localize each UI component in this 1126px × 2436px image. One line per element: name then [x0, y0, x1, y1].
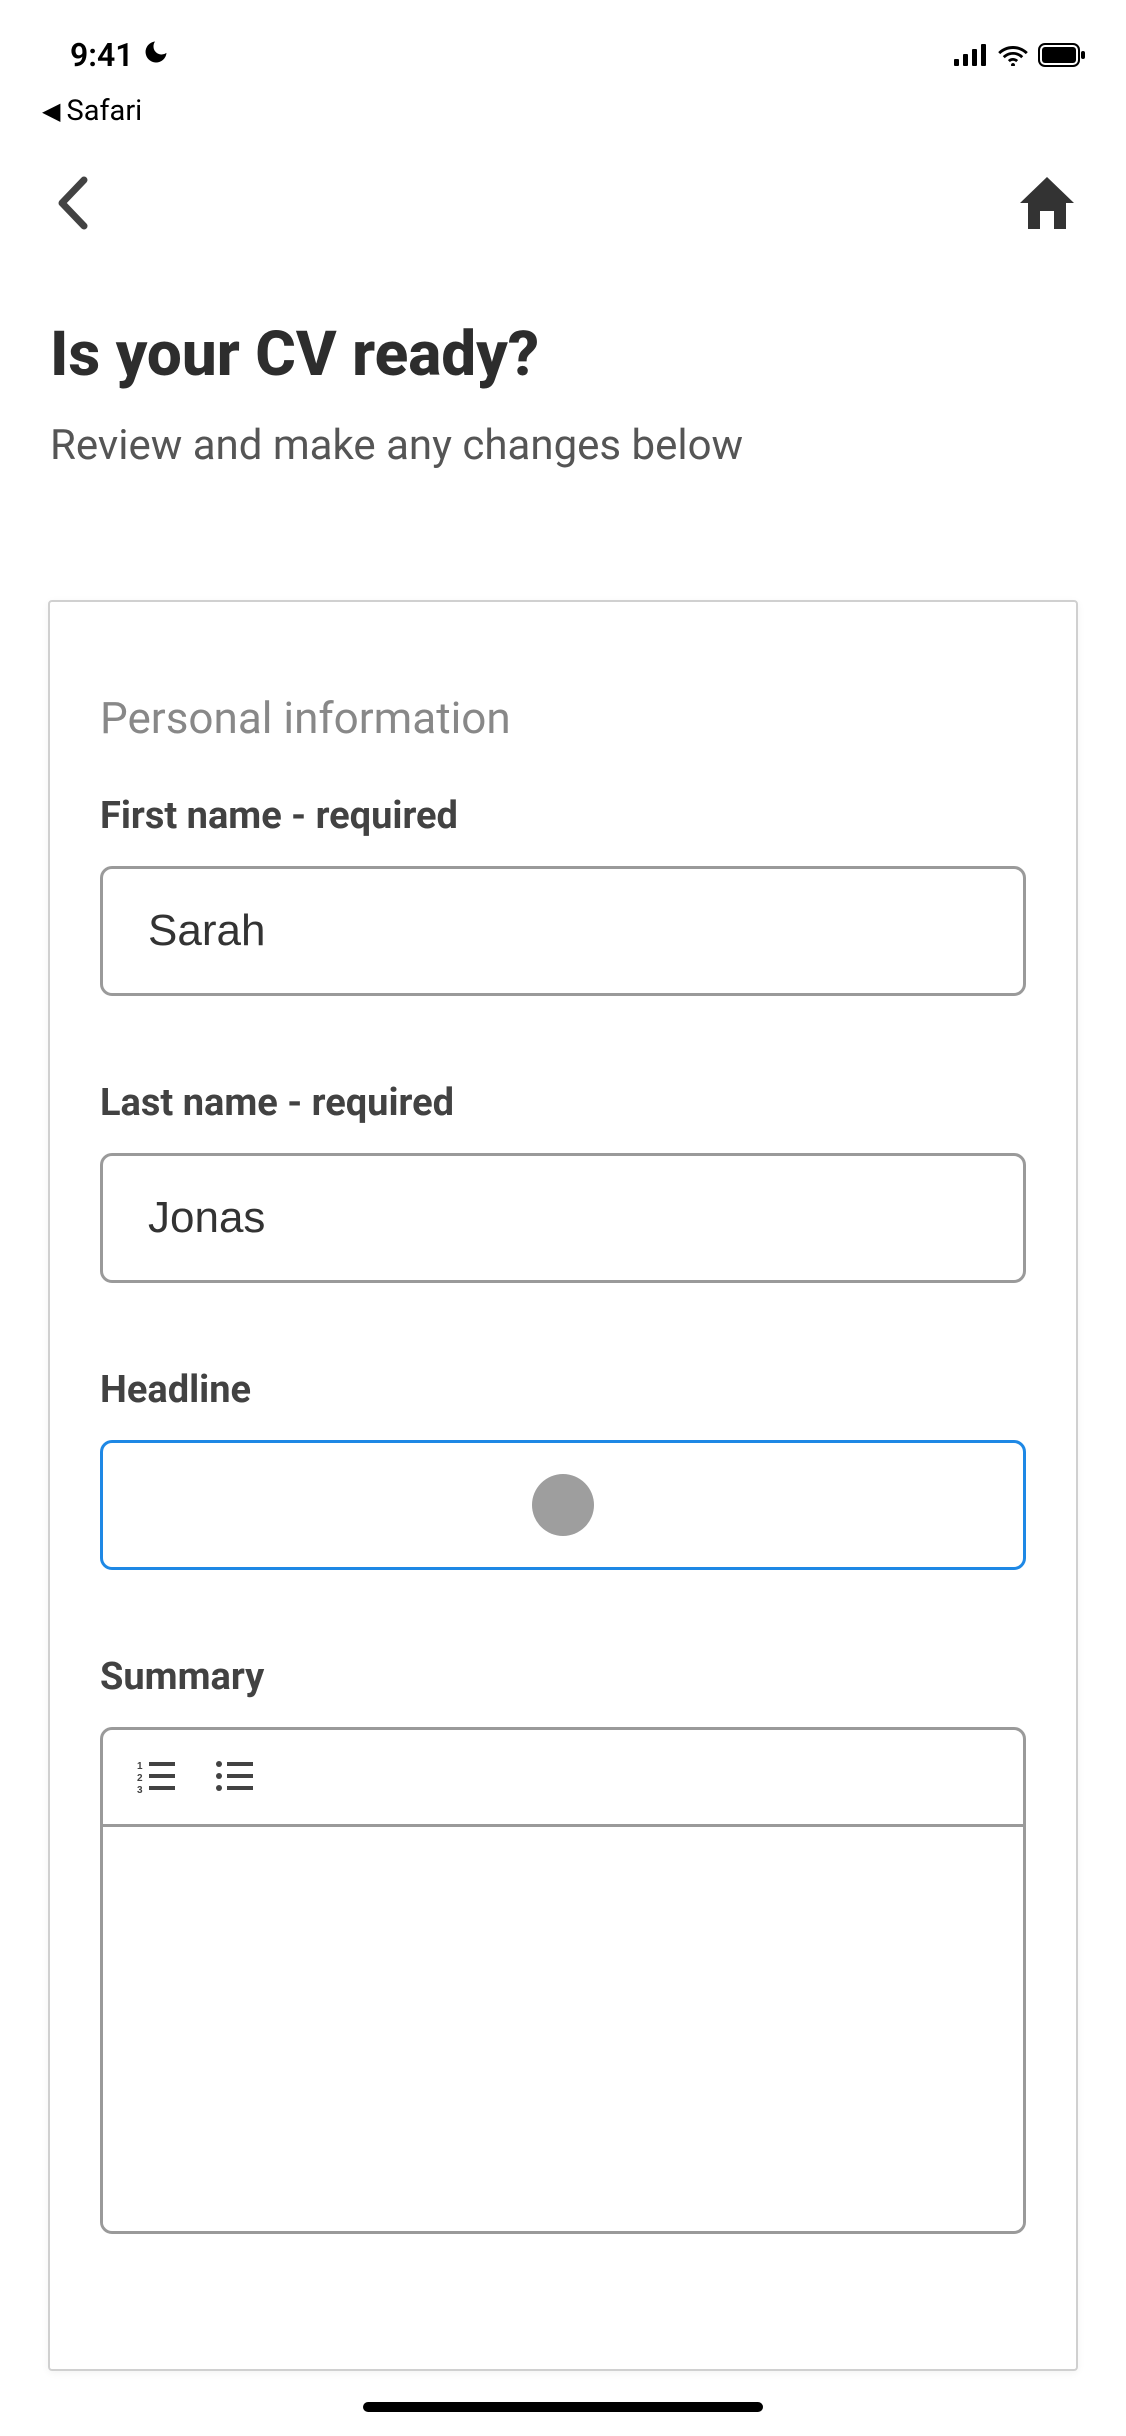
- page-header: Is your CV ready? Review and make any ch…: [0, 258, 1126, 470]
- home-indicator[interactable]: [363, 2402, 763, 2412]
- back-arrow-icon: ◀: [42, 97, 60, 125]
- headline-label: Headline: [100, 1368, 1026, 1412]
- section-title: Personal information: [100, 692, 1026, 744]
- safari-back-link[interactable]: ◀ Safari: [0, 94, 1126, 128]
- last-name-label: Last name - required: [100, 1081, 1026, 1125]
- summary-label: Summary: [100, 1655, 1026, 1699]
- page-title: Is your CV ready?: [50, 318, 1076, 391]
- status-bar: 9:41: [0, 0, 1126, 90]
- last-name-input[interactable]: [100, 1153, 1026, 1283]
- back-button[interactable]: [50, 168, 98, 238]
- safari-back-label: Safari: [66, 94, 142, 128]
- status-left: 9:41: [70, 36, 170, 74]
- personal-info-card: Personal information First name - requir…: [48, 600, 1078, 2371]
- svg-text:2: 2: [137, 1773, 143, 1784]
- status-time: 9:41: [70, 36, 134, 74]
- first-name-field: First name - required: [100, 794, 1026, 996]
- first-name-input[interactable]: [100, 866, 1026, 996]
- signal-icon: [954, 44, 988, 66]
- headline-input[interactable]: [100, 1440, 1026, 1570]
- last-name-field: Last name - required: [100, 1081, 1026, 1283]
- ordered-list-button[interactable]: 1 2 3: [133, 1755, 181, 1799]
- wifi-icon: [998, 44, 1028, 66]
- summary-textarea[interactable]: [103, 1827, 1023, 2227]
- moon-icon: [142, 38, 170, 73]
- summary-editor: 1 2 3: [100, 1727, 1026, 2234]
- svg-text:1: 1: [137, 1761, 143, 1772]
- unordered-list-button[interactable]: [211, 1755, 259, 1799]
- home-button[interactable]: [1018, 175, 1076, 231]
- svg-text:3: 3: [137, 1785, 143, 1795]
- summary-toolbar: 1 2 3: [103, 1730, 1023, 1827]
- app-nav: [0, 128, 1126, 258]
- battery-icon: [1038, 43, 1086, 67]
- first-name-label: First name - required: [100, 794, 1026, 838]
- summary-field: Summary 1 2 3: [100, 1655, 1026, 2234]
- headline-field: Headline: [100, 1368, 1026, 1570]
- status-right: [954, 43, 1086, 67]
- page-subtitle: Review and make any changes below: [50, 421, 1076, 470]
